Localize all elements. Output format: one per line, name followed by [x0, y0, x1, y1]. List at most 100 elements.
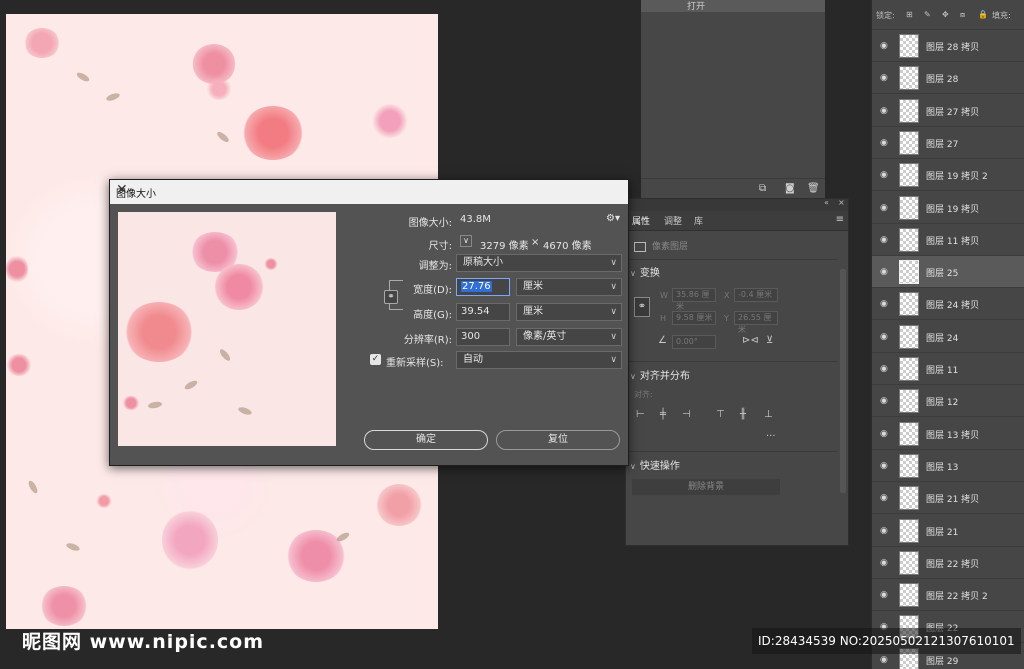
layer-thumbnail[interactable]	[899, 518, 919, 543]
flip-vertical-icon[interactable]: ⊻	[766, 335, 773, 346]
layer-row[interactable]: ◉ 图层 11 拷贝	[872, 224, 1024, 256]
h-field[interactable]: 9.58 厘米	[672, 311, 716, 325]
eye-icon[interactable]: ◉	[880, 526, 888, 536]
align-center-v-icon[interactable]: ╫	[740, 409, 746, 420]
resample-checkbox[interactable]: ✓	[370, 354, 381, 365]
eye-icon[interactable]: ◉	[880, 429, 888, 439]
remove-background-button[interactable]: 删除背景	[632, 479, 780, 495]
align-right-icon[interactable]: ⊣	[682, 409, 691, 420]
dialog-titlebar[interactable]: 图像大小 ✕	[110, 180, 628, 204]
layer-row[interactable]: ◉ 图层 27 拷贝	[872, 95, 1024, 127]
eye-icon[interactable]: ◉	[880, 364, 888, 374]
layer-row[interactable]: ◉ 图层 13	[872, 450, 1024, 482]
flip-horizontal-icon[interactable]: ⊳⊲	[742, 335, 759, 346]
eye-icon[interactable]: ◉	[880, 558, 888, 568]
layer-row[interactable]: ◉ 图层 19 拷贝 2	[872, 159, 1024, 192]
layer-thumbnail[interactable]	[899, 260, 919, 285]
close-icon[interactable]: ✕	[116, 182, 622, 198]
eye-icon[interactable]: ◉	[880, 655, 888, 665]
more-icon[interactable]: ···	[766, 431, 776, 442]
align-section[interactable]: ∨ 对齐并分布	[630, 367, 690, 382]
eye-icon[interactable]: ◉	[880, 170, 888, 180]
reset-button[interactable]: 复位	[496, 430, 620, 450]
eye-icon[interactable]: ◉	[880, 299, 888, 309]
layer-thumbnail[interactable]	[899, 421, 919, 446]
width-unit-select[interactable]: 厘米 ∨	[516, 278, 622, 296]
eye-icon[interactable]: ◉	[880, 73, 888, 83]
layer-row[interactable]: ◉ 图层 28 拷贝	[872, 30, 1024, 62]
layer-thumbnail[interactable]	[899, 163, 919, 188]
layer-row[interactable]: ◉ 图层 21	[872, 515, 1024, 547]
layer-row[interactable]: ◉ 图层 13 拷贝	[872, 418, 1024, 450]
dimensions-dropdown-icon[interactable]: ∨	[460, 235, 472, 247]
gear-icon[interactable]: ⚙▾	[606, 213, 620, 224]
layer-row[interactable]: ◉ 图层 25	[872, 256, 1024, 289]
close-panel-icon[interactable]: ×	[838, 198, 845, 207]
eye-icon[interactable]: ◉	[880, 203, 888, 213]
collapse-icon[interactable]: «	[824, 198, 829, 207]
lock-artboard-icon[interactable]: ⧈	[960, 10, 965, 20]
align-center-h-icon[interactable]: ╪	[660, 409, 666, 420]
link-icon[interactable]: ⚭	[634, 297, 650, 317]
eye-icon[interactable]: ◉	[880, 106, 888, 116]
layer-row[interactable]: ◉ 图层 24 拷贝	[872, 288, 1024, 321]
resolution-input[interactable]: 300	[456, 328, 510, 346]
layer-thumbnail[interactable]	[899, 453, 919, 478]
image-preview[interactable]	[118, 212, 336, 446]
y-field[interactable]: 26.55 厘米	[734, 311, 778, 334]
layer-thumbnail[interactable]	[899, 227, 919, 252]
layer-row[interactable]: ◉ 图层 11	[872, 353, 1024, 385]
layer-thumbnail[interactable]	[899, 583, 919, 608]
eye-icon[interactable]: ◉	[880, 138, 888, 148]
layer-row[interactable]: ◉ 图层 12	[872, 385, 1024, 418]
properties-scrollbar[interactable]	[840, 269, 846, 493]
lock-transparent-icon[interactable]: ⊞	[906, 10, 913, 19]
layer-thumbnail[interactable]	[899, 550, 919, 575]
quick-actions-section[interactable]: ∨ 快速操作	[630, 457, 680, 472]
history-item[interactable]: 打开	[641, 0, 825, 12]
eye-icon[interactable]: ◉	[880, 461, 888, 471]
layer-row[interactable]: ◉ 图层 22 拷贝 2	[872, 579, 1024, 612]
layer-row[interactable]: ◉ 图层 24	[872, 321, 1024, 353]
fit-to-select[interactable]: 原稿大小 ∨	[456, 254, 622, 272]
layer-thumbnail[interactable]	[899, 34, 919, 58]
layer-thumbnail[interactable]	[899, 324, 919, 349]
transform-section[interactable]: ∨ 变换	[630, 264, 660, 279]
tab-adjustments[interactable]: 调整	[664, 214, 682, 227]
layer-row[interactable]: ◉ 图层 27	[872, 127, 1024, 159]
layer-thumbnail[interactable]	[899, 66, 919, 91]
eye-icon[interactable]: ◉	[880, 235, 888, 245]
layer-row[interactable]: ◉ 图层 19 拷贝	[872, 192, 1024, 224]
eye-icon[interactable]: ◉	[880, 332, 888, 342]
eye-icon[interactable]: ◉	[880, 41, 888, 51]
width-input[interactable]: 27.76	[456, 278, 510, 296]
w-field[interactable]: 35.86 厘米	[672, 288, 716, 311]
new-document-from-state-icon[interactable]: ⧉	[759, 183, 766, 194]
layer-thumbnail[interactable]	[899, 357, 919, 381]
layer-thumbnail[interactable]	[899, 486, 919, 511]
eye-icon[interactable]: ◉	[880, 396, 888, 406]
layer-row[interactable]: ◉ 图层 22 拷贝	[872, 547, 1024, 579]
layer-thumbnail[interactable]	[899, 98, 919, 123]
height-unit-select[interactable]: 厘米 ∨	[516, 303, 622, 321]
lock-brush-icon[interactable]: ✎	[924, 10, 931, 19]
eye-icon[interactable]: ◉	[880, 590, 888, 600]
layer-row[interactable]: ◉ 图层 21 拷贝	[872, 482, 1024, 515]
layer-thumbnail[interactable]	[899, 292, 919, 317]
height-input[interactable]: 39.54	[456, 303, 510, 321]
layer-row[interactable]: ◉ 图层 28	[872, 62, 1024, 95]
lock-move-icon[interactable]: ✥	[942, 10, 949, 19]
panel-menu-icon[interactable]: ≡	[836, 214, 844, 225]
x-field[interactable]: -0.4 厘米	[734, 288, 778, 302]
angle-field[interactable]: 0.00°	[672, 335, 716, 349]
eye-icon[interactable]: ◉	[880, 493, 888, 503]
layer-thumbnail[interactable]	[899, 389, 919, 414]
lock-all-icon[interactable]: 🔒	[978, 10, 988, 19]
tab-properties[interactable]: 属性	[632, 214, 650, 227]
align-bottom-icon[interactable]: ⊥	[764, 409, 773, 420]
camera-icon[interactable]: ◙	[785, 183, 795, 194]
ok-button[interactable]: 确定	[364, 430, 488, 450]
layer-thumbnail[interactable]	[899, 195, 919, 220]
align-top-icon[interactable]: ⊤	[716, 409, 725, 420]
resample-select[interactable]: 自动 ∨	[456, 351, 622, 369]
